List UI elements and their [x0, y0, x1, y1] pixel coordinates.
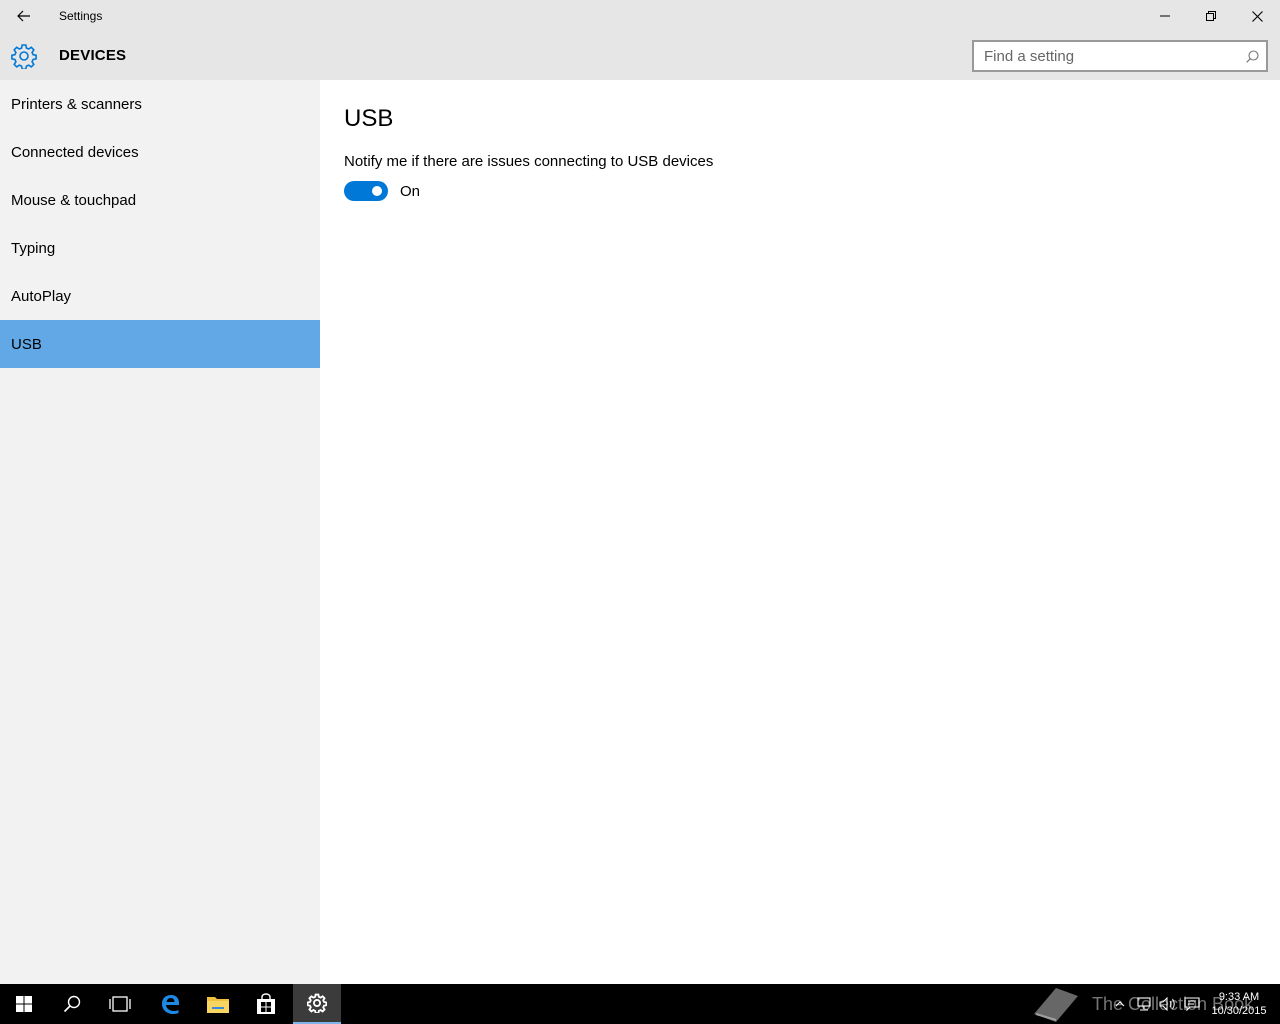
sidebar-item-label: Connected devices — [11, 143, 139, 161]
main-content: USB Notify me if there are issues connec… — [320, 80, 1280, 984]
gear-icon — [11, 44, 37, 69]
close-button[interactable] — [1234, 0, 1280, 32]
clock-time: 9:33 AM — [1218, 991, 1260, 1003]
usb-notify-label: Notify me if there are issues connecting… — [344, 153, 714, 170]
network-icon — [1137, 997, 1151, 1011]
sidebar-item-usb[interactable]: USB — [0, 320, 320, 368]
search-input[interactable] — [974, 42, 1238, 70]
toggle-knob — [372, 186, 382, 196]
search-box[interactable] — [972, 40, 1268, 72]
action-center-icon — [1184, 997, 1200, 1011]
store-button[interactable] — [242, 984, 290, 1024]
system-tray: 9:33 AM 10/30/2015 — [1108, 984, 1280, 1024]
clock-date: 10/30/2015 — [1211, 1005, 1267, 1017]
caption-buttons — [1142, 0, 1280, 32]
restore-button[interactable] — [1188, 0, 1234, 32]
back-arrow-icon — [17, 10, 30, 22]
title-bar: Settings — [0, 0, 1280, 32]
file-explorer-icon — [207, 997, 229, 1013]
action-center-button[interactable] — [1180, 984, 1204, 1024]
search-icon[interactable] — [1238, 42, 1266, 70]
edge-icon — [162, 995, 179, 1014]
settings-taskbar-button[interactable] — [293, 984, 341, 1024]
usb-notify-toggle-row: On — [344, 181, 420, 201]
task-view-icon — [109, 996, 131, 1012]
sidebar-item-mouse-touchpad[interactable]: Mouse & touchpad — [0, 176, 320, 224]
section-title: DEVICES — [59, 47, 127, 64]
start-icon — [16, 996, 32, 1012]
chevron-up-icon — [1115, 1001, 1125, 1007]
back-button[interactable] — [0, 0, 48, 32]
file-explorer-button[interactable] — [194, 984, 242, 1024]
store-icon — [257, 993, 275, 1014]
volume-icon — [1159, 997, 1175, 1011]
restore-icon — [1206, 11, 1216, 21]
sidebar-item-typing[interactable]: Typing — [0, 224, 320, 272]
page-header: DEVICES — [0, 32, 1280, 80]
sidebar-item-label: Typing — [11, 239, 56, 257]
window-title: Settings — [59, 9, 103, 23]
search-icon — [63, 995, 81, 1013]
show-hidden-icons-button[interactable] — [1108, 984, 1132, 1024]
start-button[interactable] — [0, 984, 48, 1024]
minimize-button[interactable] — [1142, 0, 1188, 32]
sidebar-nav: Printers & scanners Connected devices Mo… — [0, 80, 320, 984]
book-icon — [1034, 988, 1078, 1022]
sidebar-item-printers-scanners[interactable]: Printers & scanners — [0, 80, 320, 128]
settings-icon — [307, 993, 327, 1013]
sidebar-item-label: AutoPlay — [11, 287, 72, 305]
sidebar-item-label: USB — [11, 335, 42, 353]
settings-window: Settings DEVICES Find a setting Printers… — [0, 0, 1280, 984]
sidebar-item-autoplay[interactable]: AutoPlay — [0, 272, 320, 320]
network-button[interactable] — [1132, 984, 1156, 1024]
page-title: USB — [344, 105, 394, 132]
taskbar: The Collection Book 9:33 AM 10/30/2015 — [0, 984, 1280, 1024]
usb-notify-toggle[interactable] — [344, 181, 388, 201]
sidebar-item-label: Mouse & touchpad — [11, 191, 137, 209]
minimize-icon — [1160, 15, 1170, 17]
clock[interactable]: 9:33 AM 10/30/2015 — [1204, 990, 1274, 1018]
taskbar-search-button[interactable] — [48, 984, 96, 1024]
close-icon — [1251, 10, 1263, 22]
sidebar-item-label: Printers & scanners — [11, 95, 142, 113]
edge-button[interactable] — [146, 984, 194, 1024]
task-view-button[interactable] — [96, 984, 144, 1024]
sidebar-item-connected-devices[interactable]: Connected devices — [0, 128, 320, 176]
volume-button[interactable] — [1156, 984, 1180, 1024]
toggle-state-label: On — [400, 182, 421, 200]
